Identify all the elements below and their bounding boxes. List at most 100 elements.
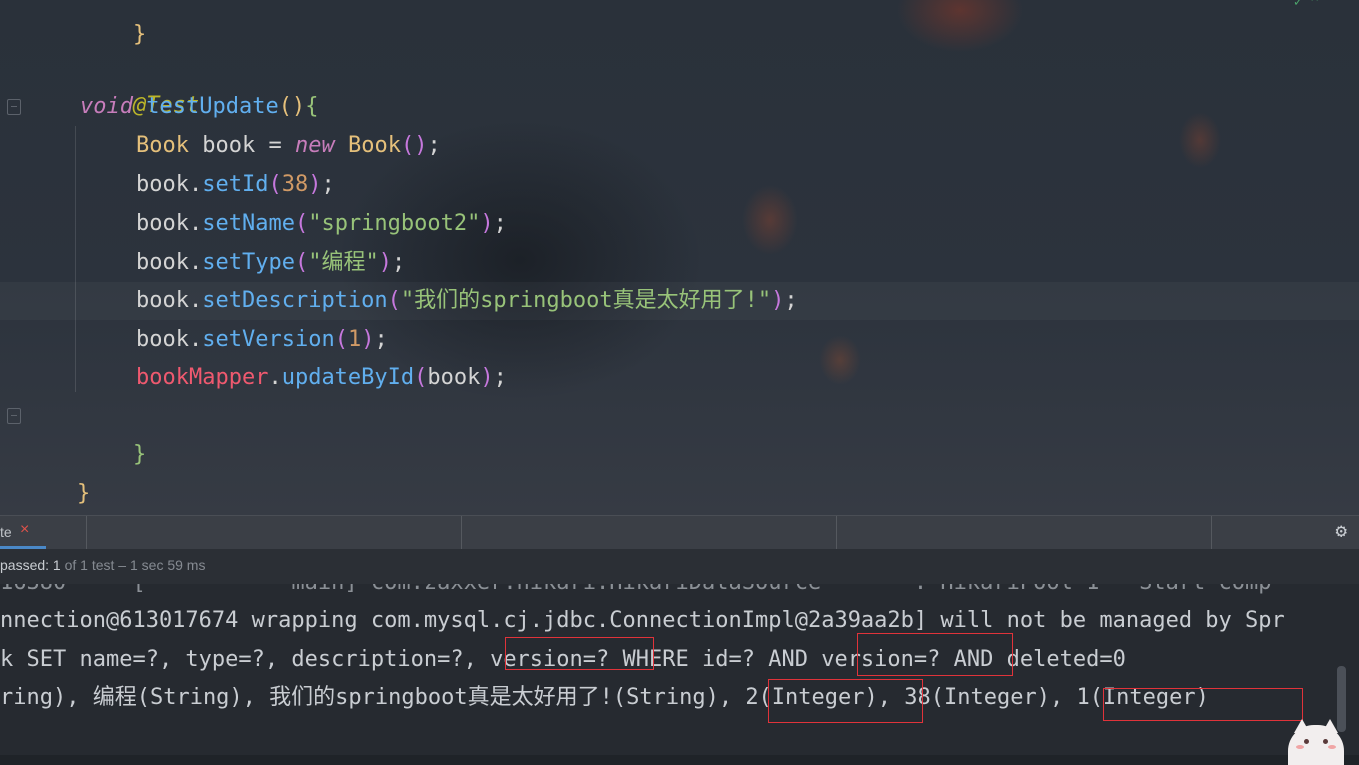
semicolon: ; [784, 288, 798, 313]
dot: . [268, 365, 282, 390]
variable-name: book [202, 133, 256, 158]
indent-guide [75, 126, 76, 392]
paren: ( [294, 211, 309, 236]
constructor-name: Book [347, 133, 401, 158]
code-line-close-method[interactable]: } [80, 398, 146, 467]
tab-divider [1211, 516, 1212, 549]
paren: ( [334, 327, 348, 352]
brace: } [132, 22, 147, 47]
semicolon: ; [374, 327, 388, 352]
paren: ) [378, 250, 392, 275]
brace: } [132, 442, 147, 467]
code-line-mapper-call[interactable]: bookMapper.updateById(book); [136, 359, 507, 397]
console-output[interactable]: 16380 [ main] com.zaxxer.hikari.HikariDa… [0, 584, 1359, 755]
code-editor[interactable]: ✓ ⌃ } @Test void testUpdate(){ Book book… [0, 0, 1359, 515]
code-line-call[interactable]: book.setDescription("我们的springboot真是太好用了… [136, 282, 798, 320]
fold-icon[interactable] [7, 99, 21, 115]
close-icon[interactable]: × [20, 521, 29, 539]
code-line-call[interactable]: book.setType("编程"); [136, 244, 405, 282]
tab-divider [461, 516, 462, 549]
gear-icon[interactable]: ⚙ [1336, 520, 1347, 542]
new-keyword: new [294, 133, 335, 158]
call-method: setType [202, 250, 295, 275]
code-line-call[interactable]: book.setVersion(1); [136, 321, 388, 359]
tests-summary: of 1 test – 1 sec 59 ms [60, 557, 206, 573]
call-target: book [136, 288, 189, 313]
type-name: Book [136, 133, 189, 158]
run-tab-label: te [0, 524, 12, 540]
call-target: book [136, 211, 189, 236]
mascot-icon [1288, 719, 1344, 765]
paren: () [278, 94, 306, 119]
call-target: book [136, 250, 189, 275]
highlight-box [857, 633, 1013, 676]
highlight-box [1103, 688, 1303, 721]
tab-divider [836, 516, 837, 549]
call-arg: "springboot2" [308, 211, 481, 236]
call-arg: 1 [347, 327, 362, 352]
dot: . [188, 172, 203, 197]
method-name: testUpdate [146, 94, 279, 119]
fold-icon[interactable] [7, 408, 21, 424]
paren: () [400, 133, 428, 158]
call-arg: 38 [281, 172, 309, 197]
call-method: setName [202, 211, 295, 236]
call-method: setDescription [202, 288, 388, 313]
paren: ( [387, 288, 401, 313]
call-target: book [136, 172, 189, 197]
tests-passed-count: passed: 1 [0, 557, 61, 573]
paren: ( [268, 172, 282, 197]
paren: ( [414, 365, 428, 390]
console-scrollbar[interactable] [1337, 666, 1346, 732]
brace: { [305, 94, 319, 119]
console-line: ring), 编程(String), 我们的springboot真是太好用了!(… [0, 685, 1209, 710]
paren: ) [480, 365, 494, 390]
paren: ) [308, 172, 322, 197]
mascot-eye [1323, 739, 1328, 744]
mapper-field: bookMapper [136, 365, 269, 390]
paren: ( [294, 250, 309, 275]
highlight-box [505, 637, 654, 670]
paren: ) [480, 211, 494, 236]
code-line-close-class[interactable]: } [24, 437, 90, 506]
dot: . [188, 327, 203, 352]
code-line-annotation[interactable]: @Test [80, 49, 199, 118]
call-arg: "编程" [308, 250, 379, 275]
semicolon: ; [321, 172, 335, 197]
mascot-cheek [1328, 745, 1336, 749]
semicolon: ; [427, 133, 441, 158]
highlight-box [768, 679, 923, 723]
semicolon: ; [493, 365, 507, 390]
semicolon: ; [391, 250, 406, 275]
dot: . [188, 211, 203, 236]
run-tab[interactable]: te × [0, 516, 46, 549]
call-method: updateById [281, 365, 415, 390]
code-line-call[interactable]: book.setId(38); [136, 166, 335, 204]
mascot-eye [1304, 739, 1309, 744]
test-status-bar: passed: 1 of 1 test – 1 sec 59 ms [0, 549, 1359, 584]
brace: } [76, 481, 91, 506]
call-method: setId [202, 172, 269, 197]
code-line-call[interactable]: book.setName("springboot2"); [136, 205, 507, 243]
console-line: nnection@613017674 wrapping com.mysql.cj… [0, 608, 1285, 633]
run-tab-bar: te × ⚙ [0, 515, 1359, 549]
console-line: 16380 [ main] com.zaxxer.hikari.HikariDa… [0, 584, 1272, 602]
call-target: book [136, 327, 189, 352]
semicolon: ; [493, 211, 507, 236]
paren: ) [361, 327, 375, 352]
tab-divider [86, 516, 87, 549]
call-arg: "我们的springboot真是太好用了!" [400, 288, 772, 313]
code-line-top[interactable]: } [80, 0, 146, 47]
dot: . [188, 288, 203, 313]
call-method: setVersion [202, 327, 335, 352]
paren: ) [771, 288, 785, 313]
dot: . [188, 250, 203, 275]
mascot-ear [1294, 719, 1310, 733]
void-keyword: void [80, 94, 133, 119]
mascot-ear [1322, 719, 1338, 733]
code-line-decl[interactable]: Book book = new Book(); [136, 127, 441, 165]
code-line-method-decl[interactable]: void testUpdate(){ [80, 88, 318, 126]
assign-op: = [268, 133, 282, 158]
call-arg: book [427, 365, 481, 390]
inspection-indicator-icon[interactable]: ✓ ⌃ [1294, 0, 1319, 10]
